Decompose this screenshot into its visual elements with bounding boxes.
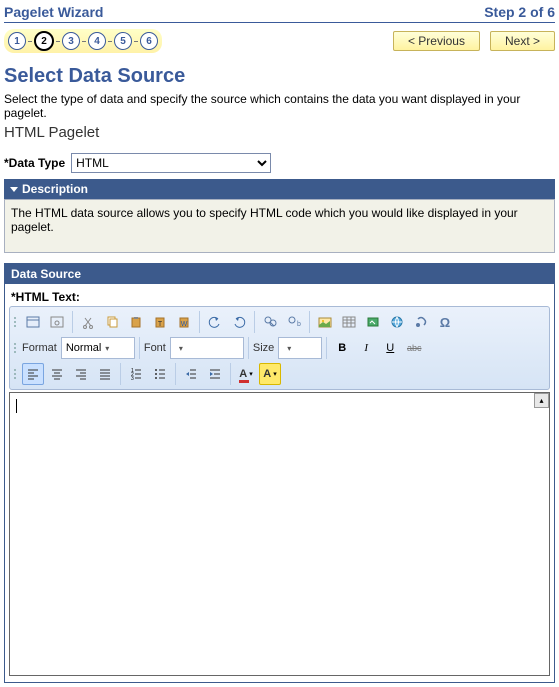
link-icon[interactable] bbox=[386, 311, 408, 333]
editor-toolbar: T W b Ω bbox=[9, 306, 550, 390]
strikethrough-button[interactable]: abc bbox=[403, 337, 425, 359]
highlight-color-icon[interactable]: A▾ bbox=[259, 363, 281, 385]
align-center-icon[interactable] bbox=[46, 363, 68, 385]
anchor-icon[interactable] bbox=[410, 311, 432, 333]
svg-text:W: W bbox=[181, 321, 188, 328]
description-header-label: Description bbox=[22, 182, 88, 196]
step-3[interactable]: 3 bbox=[62, 32, 80, 50]
scroll-up-icon[interactable]: ▴ bbox=[534, 393, 549, 408]
font-label: Font bbox=[144, 342, 166, 354]
svg-text:3: 3 bbox=[131, 376, 134, 381]
step-indicator: Step 2 of 6 bbox=[484, 4, 555, 20]
copy-icon[interactable] bbox=[101, 311, 123, 333]
description-text: The HTML data source allows you to speci… bbox=[4, 199, 555, 253]
section-title: Select Data Source bbox=[4, 65, 555, 88]
size-label: Size bbox=[253, 342, 274, 354]
previous-button[interactable]: < Previous bbox=[393, 31, 480, 51]
html-editor[interactable]: ▴ bbox=[9, 392, 550, 676]
bullet-list-icon[interactable] bbox=[149, 363, 171, 385]
align-right-icon[interactable] bbox=[70, 363, 92, 385]
text-color-icon[interactable]: A▾ bbox=[235, 363, 257, 385]
bold-button[interactable]: B bbox=[331, 337, 353, 359]
align-justify-icon[interactable] bbox=[94, 363, 116, 385]
svg-text:T: T bbox=[158, 321, 163, 328]
pagelet-name: HTML Pagelet bbox=[4, 124, 555, 141]
step-5[interactable]: 5 bbox=[114, 32, 132, 50]
next-button[interactable]: Next > bbox=[490, 31, 555, 51]
step-tracker: 1 2 3 4 5 6 bbox=[4, 29, 162, 53]
cut-icon[interactable] bbox=[77, 311, 99, 333]
image-icon[interactable] bbox=[314, 311, 336, 333]
format-select[interactable]: Normal▾ bbox=[61, 337, 135, 359]
step-6[interactable]: 6 bbox=[140, 32, 158, 50]
step-1[interactable]: 1 bbox=[8, 32, 26, 50]
data-source-header: Data Source bbox=[5, 264, 554, 284]
data-source-header-label: Data Source bbox=[11, 267, 81, 281]
html-text-label: *HTML Text: bbox=[11, 290, 550, 304]
section-instruction: Select the type of data and specify the … bbox=[4, 92, 555, 120]
step-4[interactable]: 4 bbox=[88, 32, 106, 50]
replace-icon[interactable]: b bbox=[283, 311, 305, 333]
preview-icon[interactable] bbox=[46, 311, 68, 333]
indent-icon[interactable] bbox=[204, 363, 226, 385]
special-char-icon[interactable]: Ω bbox=[434, 311, 456, 333]
italic-button[interactable]: I bbox=[355, 337, 377, 359]
svg-text:b: b bbox=[297, 321, 301, 328]
font-select[interactable]: ▾ bbox=[170, 337, 244, 359]
data-type-label: *Data Type bbox=[4, 156, 65, 170]
step-2[interactable]: 2 bbox=[34, 31, 54, 51]
format-label: Format bbox=[22, 342, 57, 354]
paste-icon[interactable] bbox=[125, 311, 147, 333]
align-left-icon[interactable] bbox=[22, 363, 44, 385]
undo-icon[interactable] bbox=[204, 311, 226, 333]
size-select[interactable]: ▾ bbox=[278, 337, 322, 359]
paste-word-icon[interactable]: W bbox=[173, 311, 195, 333]
underline-button[interactable]: U bbox=[379, 337, 401, 359]
redo-icon[interactable] bbox=[228, 311, 250, 333]
description-header[interactable]: Description bbox=[4, 179, 555, 199]
paste-text-icon[interactable]: T bbox=[149, 311, 171, 333]
source-icon[interactable] bbox=[22, 311, 44, 333]
numbered-list-icon[interactable]: 123 bbox=[125, 363, 147, 385]
text-caret bbox=[16, 399, 17, 413]
outdent-icon[interactable] bbox=[180, 363, 202, 385]
collapse-icon bbox=[10, 187, 18, 192]
find-icon[interactable] bbox=[259, 311, 281, 333]
table-icon[interactable] bbox=[338, 311, 360, 333]
thumbnail-icon[interactable] bbox=[362, 311, 384, 333]
data-type-select[interactable]: HTML bbox=[71, 153, 271, 173]
page-title: Pagelet Wizard bbox=[4, 4, 103, 20]
